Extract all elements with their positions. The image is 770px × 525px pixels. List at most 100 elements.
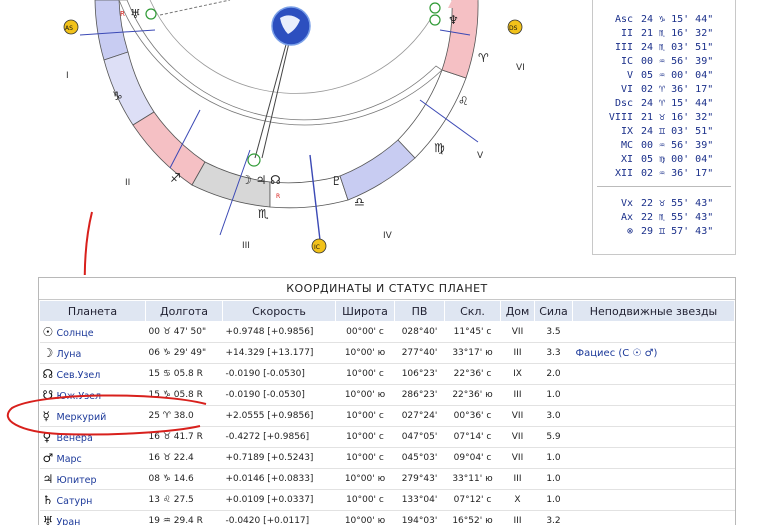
latitude-cell: 10°00' ю — [336, 343, 395, 364]
extra-point-row: Ax22 ♏ 55' 43" — [601, 212, 731, 224]
planet-status-table: Планета Долгота Скорость Широта ПВ Скл. … — [39, 300, 735, 525]
longitude-cell: 15 ♋ 05.8 R — [146, 364, 223, 385]
house-numeral: I — [66, 71, 69, 81]
longitude-cell: 15 ♑ 05.8 R — [146, 385, 223, 406]
extra-point-row: ⊗29 ♊ 57' 43" — [601, 226, 731, 238]
axis-line — [255, 30, 290, 158]
house-cell: X — [501, 490, 535, 511]
table-row: ♃Юпитер 08 ♑ 14.6 +0.0146 [+0.0833] 10°0… — [40, 469, 735, 490]
ra-cell: 106°23' — [395, 364, 445, 385]
uranus-glyph: ♅ — [130, 7, 141, 21]
extra-point-row: Vx22 ♉ 55' 43" — [601, 198, 731, 210]
planet-name-cell[interactable]: ☊Сев.Узел — [40, 364, 146, 385]
moon-icon: ☽ — [43, 346, 57, 360]
sagittarius-symbol: ♐ — [170, 171, 181, 185]
table-row: ☽Луна 06 ♑ 29' 49" +14.329 [+13.177] 10°… — [40, 343, 735, 364]
declination-cell: 22°36' ю — [445, 385, 501, 406]
house-numeral: V — [477, 151, 484, 161]
planet-table-title: КООРДИНАТЫ И СТАТУС ПЛАНЕТ — [39, 278, 735, 300]
ra-cell: 286°23' — [395, 385, 445, 406]
table-row: ☉Солнце 00 ♉ 47' 50" +0.9748 [+0.9856] 0… — [40, 322, 735, 343]
planet-name-cell[interactable]: ♅Уран — [40, 511, 146, 525]
speed-cell: +0.9748 [+0.9856] — [223, 322, 336, 343]
planet-link[interactable]: Венера — [57, 433, 93, 444]
planet-link[interactable]: Луна — [57, 349, 82, 360]
latitude-cell: 10°00' ю — [336, 385, 395, 406]
planet-name-cell[interactable]: ☿Меркурий — [40, 406, 146, 427]
cusp-row: XII02 ♒ 36' 17" — [601, 168, 731, 180]
table-row: ☋Юж.Узел 15 ♑ 05.8 R -0.0190 [-0.0530] 1… — [40, 385, 735, 406]
house-numeral: II — [125, 178, 130, 188]
table-row: ☊Сев.Узел 15 ♋ 05.8 R -0.0190 [-0.0530] … — [40, 364, 735, 385]
dsc-marker-label: DS — [509, 25, 518, 32]
table-header-row: Планета Долгота Скорость Широта ПВ Скл. … — [40, 301, 735, 322]
power-cell: 2.0 — [535, 364, 573, 385]
fixed-stars-cell[interactable]: Фациес (С ☉ ♂) — [573, 343, 735, 364]
capricorn-symbol: ♑ — [112, 89, 123, 103]
house-numeral: IV — [383, 231, 393, 241]
planet-link[interactable]: Сатурн — [57, 496, 93, 507]
fixed-stars-cell — [573, 406, 735, 427]
uranus-icon: ♅ — [43, 514, 57, 525]
column-header: Долгота — [146, 301, 223, 322]
ra-cell: 047°05' — [395, 427, 445, 448]
planet-marker — [430, 15, 440, 25]
cusp-row: VI02 ♈ 36' 17" — [601, 84, 731, 96]
planet-link[interactable]: Юж.Узел — [57, 391, 102, 402]
declination-cell: 22°36' с — [445, 364, 501, 385]
house-cell: III — [501, 385, 535, 406]
planet-marker — [146, 9, 156, 19]
speed-cell: -0.0190 [-0.0530] — [223, 364, 336, 385]
planet-link[interactable]: Солнце — [57, 328, 94, 339]
cusp-row: Asc24 ♑ 15' 44" — [601, 14, 731, 26]
planet-name-cell[interactable]: ☽Луна — [40, 343, 146, 364]
libra-symbol: ♎ — [354, 195, 365, 209]
pluto-glyph: ♇ — [331, 174, 342, 188]
speed-cell: +0.7189 [+0.5243] — [223, 448, 336, 469]
planet-name-cell[interactable]: ☉Солнце — [40, 322, 146, 343]
house-numeral: VI — [516, 63, 525, 73]
jupiter-icon: ♃ — [43, 472, 57, 486]
house-cell: VII — [501, 427, 535, 448]
house-cell: VII — [501, 322, 535, 343]
power-cell: 1.0 — [535, 469, 573, 490]
zodiac-segment-leo — [398, 70, 466, 158]
house-cell: III — [501, 511, 535, 525]
planet-link[interactable]: Юпитер — [57, 475, 97, 486]
declination-cell: 16°52' ю — [445, 511, 501, 525]
planet-name-cell[interactable]: ☋Юж.Узел — [40, 385, 146, 406]
planet-name-cell[interactable]: ♂Марс — [40, 448, 146, 469]
latitude-cell: 10°00' с — [336, 406, 395, 427]
fixed-stars-cell — [573, 427, 735, 448]
power-cell: 3.3 — [535, 343, 573, 364]
retrograde-mark: R — [276, 193, 280, 200]
planet-name-cell[interactable]: ♃Юпитер — [40, 469, 146, 490]
planet-link[interactable]: Марс — [57, 454, 82, 465]
house-cusps-panel: Asc24 ♑ 15' 44" II21 ♏ 16' 32" III24 ♏ 0… — [592, 0, 736, 255]
column-header: Широта — [336, 301, 395, 322]
fixed-stars-cell — [573, 490, 735, 511]
longitude-cell: 25 ♈ 38.0 — [146, 406, 223, 427]
planet-marker — [430, 3, 440, 13]
asc-marker-label: AS — [65, 25, 73, 32]
zodiac-segment-aries — [442, 0, 478, 78]
declination-cell: 11°45' с — [445, 322, 501, 343]
virgo-symbol: ♍ — [434, 141, 445, 155]
cusp-row: IX24 ♊ 03' 51" — [601, 126, 731, 138]
fixed-stars-cell — [573, 469, 735, 490]
latitude-cell: 00°00' с — [336, 322, 395, 343]
planet-name-cell[interactable]: ♄Сатурн — [40, 490, 146, 511]
natal-chart-wheel: ♑ ♐ ♏ ♎ ♍ ♌ ♈ ♅ R ♆ ☽ ♃ ☊ ♇ R I II III I… — [0, 0, 590, 275]
fixed-stars-cell — [573, 448, 735, 469]
declination-cell: 00°36' с — [445, 406, 501, 427]
declination-cell: 07°14' с — [445, 427, 501, 448]
table-row: ♀Венера 16 ♉ 41.7 R -0.4272 [+0.9856] 10… — [40, 427, 735, 448]
speed-cell: +0.0109 [+0.0337] — [223, 490, 336, 511]
longitude-cell: 08 ♑ 14.6 — [146, 469, 223, 490]
column-header: Скорость — [223, 301, 336, 322]
speed-cell: -0.0190 [-0.0530] — [223, 385, 336, 406]
neptune-glyph: ♆ — [448, 13, 459, 27]
planet-link[interactable]: Сев.Узел — [57, 370, 101, 381]
planet-name-cell[interactable]: ♀Венера — [40, 427, 146, 448]
planet-link[interactable]: Меркурий — [57, 412, 107, 423]
